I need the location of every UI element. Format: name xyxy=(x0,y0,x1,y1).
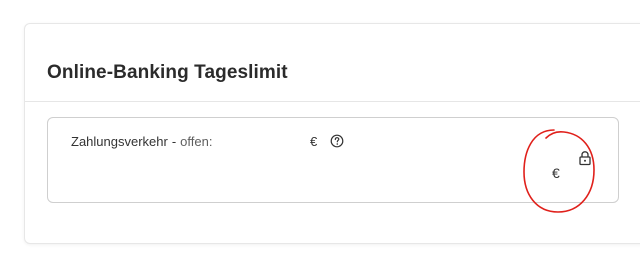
lock-icon[interactable] xyxy=(578,150,592,166)
open-label: offen: xyxy=(180,134,213,149)
payment-limit-label: Zahlungsverkehr - offen: xyxy=(71,134,212,149)
daily-limit-card: Online-Banking Tageslimit Zahlungsverkeh… xyxy=(24,23,640,244)
question-circle-icon[interactable] xyxy=(330,134,344,148)
card-title: Online-Banking Tageslimit xyxy=(47,62,288,83)
payment-traffic-label: Zahlungsverkehr xyxy=(71,134,168,149)
label-separator: - xyxy=(171,134,177,149)
divider xyxy=(25,101,640,102)
open-amount-currency: € xyxy=(310,134,318,149)
payment-limit-field[interactable]: Zahlungsverkehr - offen: € € xyxy=(47,117,619,203)
limit-amount-currency: € xyxy=(552,165,560,181)
page: Online-Banking Tageslimit Zahlungsverkeh… xyxy=(0,0,640,262)
